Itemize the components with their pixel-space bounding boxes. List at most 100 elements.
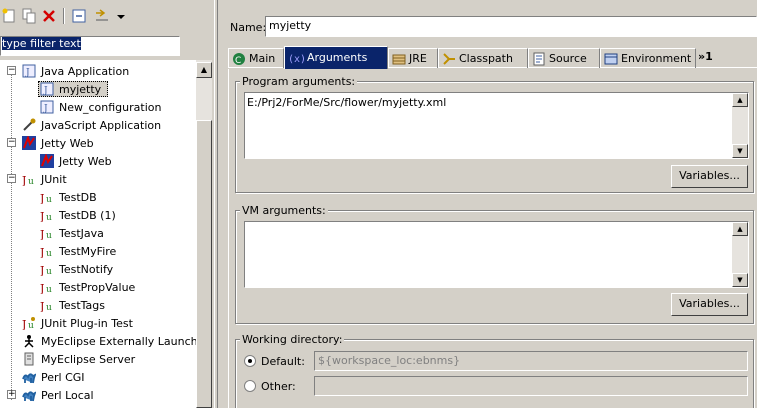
tab-label: Environment — [621, 52, 692, 65]
scroll-down-icon[interactable]: ▼ — [732, 144, 748, 158]
program-args-group: Program arguments: E:/Prj2/ForMe/Src/flo… — [235, 75, 754, 193]
java-file-icon: J — [40, 82, 54, 96]
config-tree: − J Java Application J myjetty J New_con… — [0, 60, 196, 408]
tab-label: Classpath — [459, 52, 513, 65]
svg-text:u: u — [46, 231, 52, 240]
tree-item-new-configuration[interactable]: J New_configuration — [0, 98, 196, 116]
tree-item-label: New_configuration — [59, 101, 162, 114]
collapse-toggle-icon[interactable]: − — [7, 66, 16, 75]
svg-text:J: J — [40, 210, 44, 222]
svg-text:J: J — [40, 264, 44, 276]
scroll-down-icon[interactable]: ▼ — [732, 273, 748, 287]
tree-item-jetty-web-config[interactable]: Jetty Web — [0, 152, 196, 170]
tree-item-perl-local[interactable]: + Perl Local — [0, 386, 196, 404]
tree-item-jetty-web[interactable]: − Jetty Web — [0, 134, 196, 152]
tree-item-junit[interactable]: − Ju JUnit — [0, 170, 196, 188]
tree-scrollbar[interactable]: ▲ — [196, 60, 212, 408]
server-icon — [22, 352, 36, 366]
working-dir-title: Working directory: — [240, 333, 345, 346]
tree-item-java-application[interactable]: − J Java Application — [0, 62, 196, 80]
default-dir-radio[interactable] — [244, 355, 256, 367]
svg-text:u: u — [28, 177, 34, 186]
vm-args-variables-button[interactable]: Variables... — [671, 293, 748, 316]
tree-item-myjetty[interactable]: J myjetty — [0, 80, 196, 98]
tab-source[interactable]: Source — [528, 48, 600, 68]
svg-text:u: u — [46, 195, 52, 204]
java-app-icon: J — [22, 64, 36, 78]
jetty-icon — [40, 153, 54, 168]
program-args-textarea[interactable]: E:/Prj2/ForMe/Src/flower/myjetty.xml ▲ ▼ — [244, 92, 749, 159]
tree-item-testnotify[interactable]: Ju TestNotify — [0, 260, 196, 278]
vm-args-textarea[interactable]: ▲ ▼ — [244, 221, 749, 288]
collapse-toggle-icon[interactable]: − — [7, 174, 16, 183]
tree-item-testdb[interactable]: Ju TestDB — [0, 188, 196, 206]
expand-toggle-icon[interactable]: + — [7, 390, 16, 399]
tree-item-label: Java Application — [41, 65, 130, 78]
svg-text:J: J — [22, 174, 26, 186]
tree-item-testmyfire[interactable]: Ju TestMyFire — [0, 242, 196, 260]
tree-item-label: TestDB (1) — [59, 209, 116, 222]
tree-item-myeclipse-externally-launched[interactable]: MyEclipse Externally Launched — [0, 332, 196, 350]
svg-text:u: u — [28, 321, 34, 330]
svg-text:(x)=: (x)= — [288, 54, 304, 65]
tree-item-label: TestMyFire — [59, 245, 117, 258]
new-config-icon[interactable] — [2, 8, 16, 24]
tab-main[interactable]: C Main — [228, 48, 284, 68]
textarea-scrollbar[interactable]: ▲ ▼ — [732, 222, 748, 287]
tab-overflow-button[interactable]: »1 — [698, 50, 713, 63]
tree-item-testjava[interactable]: Ju TestJava — [0, 224, 196, 242]
tab-jre[interactable]: JRE — [388, 48, 438, 68]
scroll-up-icon[interactable]: ▲ — [732, 222, 748, 236]
svg-text:J: J — [40, 282, 44, 294]
tree-item-testtags[interactable]: Ju TestTags — [0, 296, 196, 314]
tree-item-junit-plugin-test[interactable]: Ju JUnit Plug-in Test — [0, 314, 196, 332]
tree-item-label: JUnit Plug-in Test — [41, 317, 133, 330]
arguments-icon: (x)= — [288, 51, 312, 65]
junit-icon: Ju — [39, 208, 54, 223]
junit-icon: Ju — [39, 262, 54, 277]
tree-item-label: TestPropValue — [59, 281, 136, 294]
name-label: Name: — [230, 21, 267, 34]
dropdown-icon[interactable] — [116, 8, 130, 24]
tab-label: JRE — [409, 52, 427, 65]
tab-arguments[interactable]: (x)= Arguments — [284, 46, 388, 69]
duplicate-icon[interactable] — [22, 8, 36, 24]
tree-item-testdb-1[interactable]: Ju TestDB (1) — [0, 206, 196, 224]
vm-args-group: VM arguments: ▲ ▼ Variables... — [235, 204, 754, 324]
tab-environment[interactable]: Environment — [600, 48, 696, 68]
scroll-up-icon[interactable]: ▲ — [196, 62, 212, 78]
textarea-scrollbar[interactable]: ▲ ▼ — [732, 93, 748, 158]
program-args-value: E:/Prj2/ForMe/Src/flower/myjetty.xml — [247, 96, 447, 109]
config-tabs: C Main (x)= Arguments JRE Classpath Sour… — [228, 46, 757, 69]
svg-text:u: u — [46, 285, 52, 294]
junit-icon: Ju — [39, 226, 54, 241]
scroll-up-icon[interactable]: ▲ — [732, 93, 748, 107]
tree-item-myeclipse-server[interactable]: MyEclipse Server — [0, 350, 196, 368]
svg-text:J: J — [25, 68, 30, 78]
other-dir-radio[interactable] — [244, 380, 256, 392]
working-dir-group: Working directory: Default: ${workspace_… — [235, 333, 754, 408]
default-dir-label: Default: — [261, 355, 305, 368]
tree-item-perl-cgi[interactable]: Perl CGI — [0, 368, 196, 386]
tree-item-javascript-application[interactable]: JavaScript Application — [0, 116, 196, 134]
name-input[interactable]: myjetty — [265, 16, 757, 37]
collapse-all-icon[interactable] — [72, 8, 86, 24]
tree-item-label: JUnit — [41, 173, 67, 186]
scroll-thumb[interactable] — [196, 120, 212, 408]
tab-classpath[interactable]: Classpath — [438, 48, 528, 68]
filter-icon[interactable] — [95, 8, 109, 24]
tree-item-testpropvalue[interactable]: Ju TestPropValue — [0, 278, 196, 296]
other-dir-input — [314, 376, 748, 396]
collapse-toggle-icon[interactable]: − — [7, 138, 16, 147]
tab-label: Source — [549, 52, 587, 65]
javascript-icon — [22, 118, 36, 132]
filter-text: type filter text — [2, 37, 81, 50]
classpath-icon — [442, 52, 456, 66]
delete-icon[interactable] — [42, 8, 56, 24]
jre-icon — [392, 52, 406, 66]
junit-plugin-icon: Ju — [21, 316, 36, 331]
svg-text:u: u — [46, 267, 52, 276]
program-args-variables-button[interactable]: Variables... — [671, 165, 748, 188]
filter-input[interactable]: type filter text — [0, 36, 180, 56]
config-toolbar — [0, 0, 214, 32]
